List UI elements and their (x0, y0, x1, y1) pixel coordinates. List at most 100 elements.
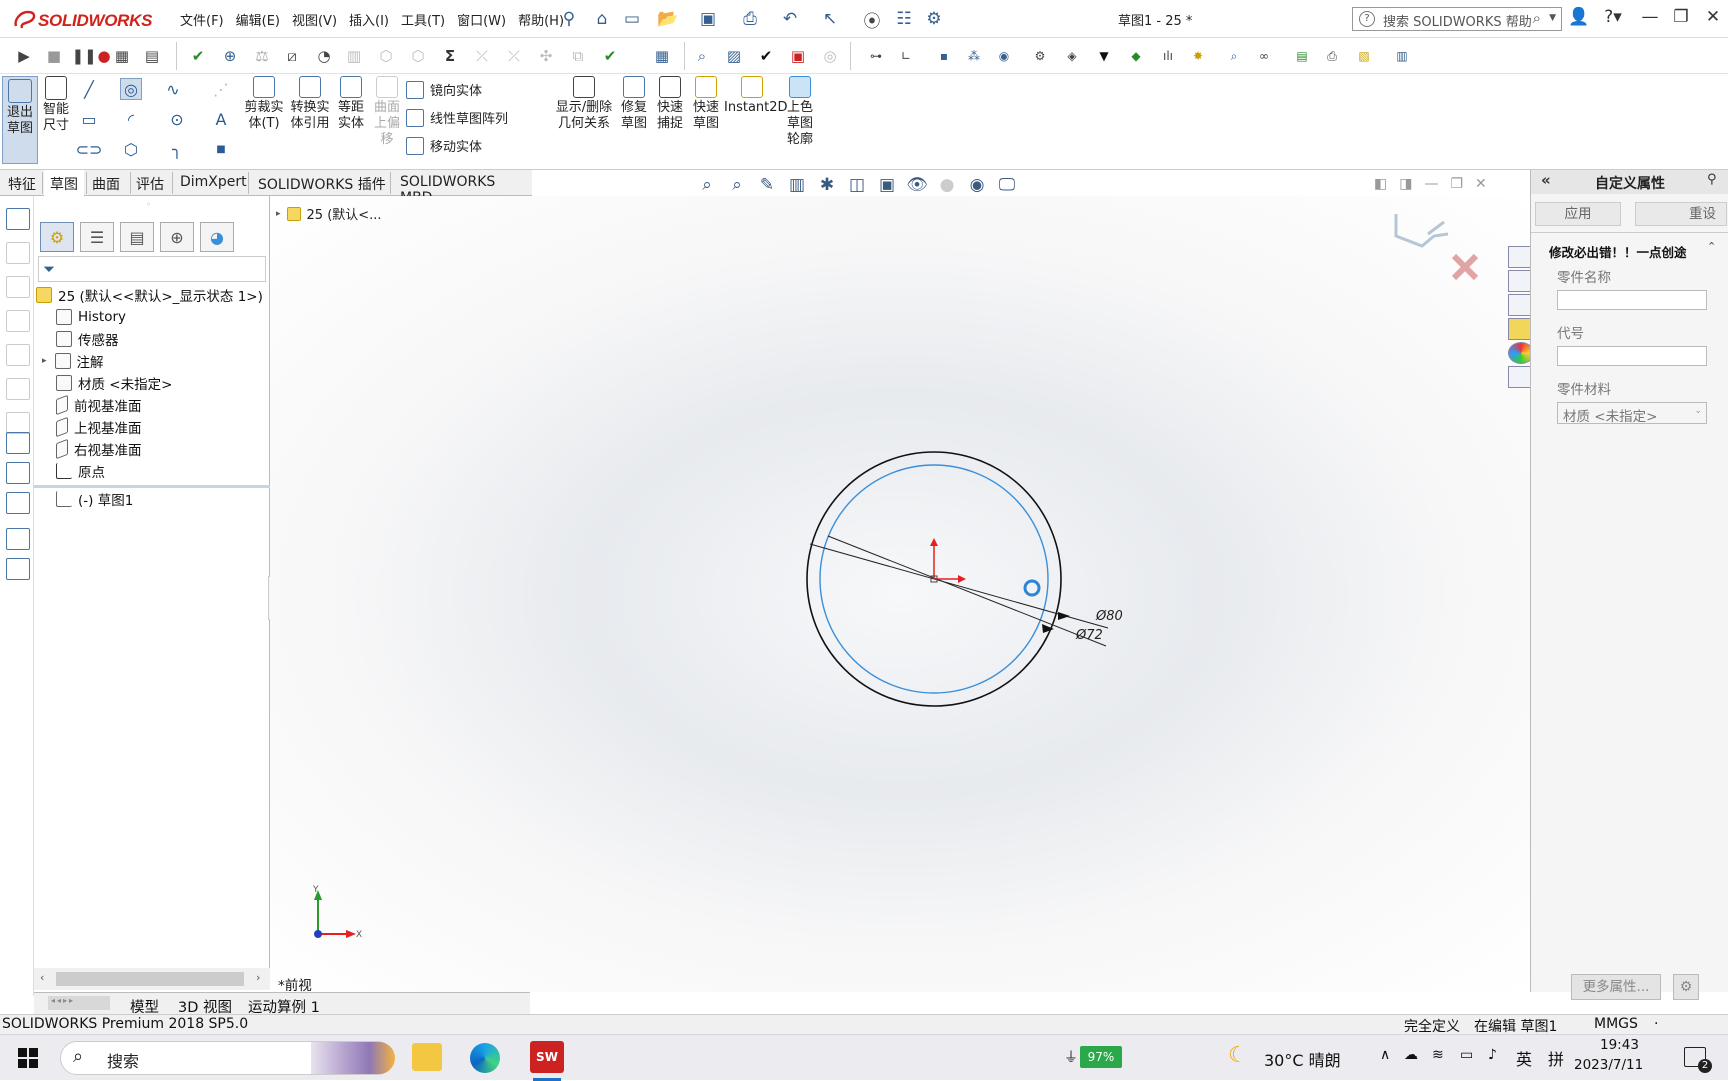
costing-icon[interactable]: ◎ (818, 44, 842, 68)
line-icon[interactable]: ╱ (78, 78, 100, 100)
dimxpert-manager-tab-icon[interactable]: ⊕ (160, 222, 194, 252)
search-tool-icon[interactable]: ⌕ (1222, 44, 1246, 68)
smart-dimension-button[interactable]: 智能 尺寸 (40, 76, 72, 134)
tab-addins[interactable]: SOLIDWORKS 插件 (258, 174, 386, 194)
linear-pattern-button[interactable]: 线性草图阵列 (406, 108, 508, 127)
stop-macro-icon[interactable]: ■ (42, 44, 66, 68)
scroll-right-icon[interactable]: › (256, 971, 260, 984)
onedrive-cloud-icon[interactable]: ☁ (1404, 1047, 1418, 1063)
layout-view-icon[interactable] (6, 492, 30, 514)
tree-item-history[interactable]: History (56, 306, 126, 328)
display-relations-button[interactable]: 显示/删除 几何关系 (552, 76, 616, 132)
edge-browser-taskbar-icon[interactable] (470, 1043, 500, 1073)
check-icon[interactable]: ⬡ (374, 44, 398, 68)
table-icon[interactable]: ▦ (650, 44, 674, 68)
view-orientation-icon[interactable]: ◫ (844, 172, 870, 198)
tree-item-material[interactable]: 材质 <未指定> (56, 372, 172, 394)
pin-icon[interactable]: ⚲ (1707, 172, 1717, 187)
viewport-minimize-icon[interactable]: — (1424, 176, 1438, 192)
tab-dimxpert[interactable]: DimXpert (180, 174, 247, 190)
collapse-pane-icon[interactable]: « (1541, 171, 1551, 189)
tree-item-annotations[interactable]: ▸ 注解 (42, 350, 104, 372)
pin-menu-icon[interactable]: ⚲ (557, 7, 581, 31)
point-icon[interactable]: ⋰ (210, 78, 232, 100)
configuration-manager-tab-icon[interactable]: ▤ (120, 222, 154, 252)
solidworks-taskbar-icon[interactable]: SW (530, 1041, 564, 1073)
binocular-tool-icon[interactable]: ∞ (1252, 44, 1276, 68)
close-button[interactable]: ✕ (1700, 7, 1726, 31)
convert-entities-button[interactable]: 转换实 体引用 (288, 76, 332, 132)
view-settings-icon[interactable]: 🖵 (994, 172, 1020, 198)
panel-grip-icon[interactable]: ◦ (146, 200, 151, 209)
tree-item-front-plane[interactable]: 前视基准面 (56, 394, 142, 416)
menu-insert[interactable]: 插入(I) (343, 10, 395, 29)
dimension-diameter-72[interactable]: Ø72 (1075, 628, 1103, 643)
code-field[interactable] (1557, 346, 1707, 366)
open-document-icon[interactable]: 📂 (656, 7, 680, 31)
menu-edit[interactable]: 编辑(E) (230, 10, 286, 29)
copy-view-icon[interactable] (6, 558, 30, 580)
windows-start-icon[interactable] (18, 1048, 38, 1068)
polygon-icon[interactable]: ⊙ (166, 108, 188, 130)
print-tool-icon[interactable]: ⎙ (1320, 44, 1344, 68)
mirror-entities-button[interactable]: 镜向实体 (406, 80, 482, 99)
split-left-icon[interactable]: ◧ (1374, 176, 1387, 192)
search-icon[interactable]: ⌕ (1533, 9, 1541, 27)
tab-features[interactable]: 特征 (8, 174, 36, 194)
chevron-down-icon[interactable]: ▼ (1549, 13, 1556, 23)
mass-properties-icon[interactable]: ⚖ (250, 44, 274, 68)
excel-tool-icon[interactable]: ▤ (1290, 44, 1314, 68)
cube-tool-icon[interactable]: ◈ (1060, 44, 1084, 68)
zoom-area-icon[interactable]: ⌕ (724, 172, 750, 198)
run-macro-icon[interactable]: ▶ (12, 44, 36, 68)
layers-view-icon[interactable] (6, 528, 30, 550)
section-view-icon[interactable]: ▥ (784, 172, 810, 198)
hide-show-icon[interactable]: 👁 (904, 172, 930, 198)
statistics-icon[interactable]: ▥ (342, 44, 366, 68)
sketch-canvas[interactable]: Ø80 Ø72 Y X (270, 196, 1530, 992)
solidworks-logo[interactable]: SOLIDWORKS (12, 8, 172, 32)
spellcheck-icon[interactable]: ✔ (186, 44, 210, 68)
file-properties-icon[interactable]: ☷ (892, 7, 916, 31)
instant2d-button[interactable]: Instant2D (724, 76, 788, 116)
more-properties-button[interactable]: 更多属性... (1571, 974, 1661, 1000)
select-icon[interactable]: ↖ (818, 7, 842, 31)
funnel-tool-icon[interactable]: ▼ (1092, 44, 1116, 68)
tree-item-sensors[interactable]: 传感器 (56, 328, 119, 350)
chevron-up-icon[interactable]: ⌃ (1707, 240, 1716, 253)
menu-window[interactable]: 窗口(W) (451, 10, 512, 29)
viewport-close-icon[interactable]: ✕ (1475, 176, 1487, 192)
marker-tool-icon[interactable]: ◆ (1124, 44, 1148, 68)
globe-tool-icon[interactable]: ◉ (992, 44, 1016, 68)
tab-sketch[interactable]: 草图 (44, 170, 84, 196)
view-tool-icon[interactable]: ▪ (932, 44, 956, 68)
view-icon-3[interactable] (6, 276, 30, 298)
circle-icon[interactable]: ◎ (120, 78, 142, 100)
spline-icon[interactable]: ∿ (162, 78, 184, 100)
doc-tool-icon[interactable]: ▥ (1390, 44, 1414, 68)
clock-date[interactable]: 2023/7/11 (1574, 1057, 1643, 1073)
edit-macro-icon[interactable]: ▤ (140, 44, 164, 68)
property-manager-tab-icon[interactable]: ☰ (80, 222, 114, 252)
home-icon[interactable]: ⌂ (590, 7, 614, 31)
move-entities-button[interactable]: 移动实体 (406, 136, 482, 155)
view-icon-6[interactable] (6, 378, 30, 400)
menu-file[interactable]: 文件(F) (174, 10, 230, 29)
scrollbar-thumb[interactable] (56, 972, 244, 986)
scroll-left-icon[interactable]: ‹ (40, 971, 44, 984)
rebuild-traffic-light-icon[interactable]: ⦿ (860, 7, 884, 32)
offset-on-surface-button[interactable]: 曲面 上偏 移 (370, 76, 404, 148)
feature-manager-tab-icon[interactable]: ⚙ (40, 222, 74, 252)
display-manager-tab-icon[interactable]: ◕ (200, 222, 234, 252)
help-menu-icon[interactable]: ?▾ (1600, 7, 1626, 31)
repair-sketch-button[interactable]: 修复 草图 (618, 76, 650, 132)
hole-check-icon[interactable]: ✣ (534, 44, 558, 68)
view-icon-5[interactable] (6, 344, 30, 366)
view-icon-7[interactable] (6, 412, 30, 434)
trim-entities-button[interactable]: 剪裁实 体(T) (242, 76, 286, 132)
exit-sketch-button[interactable]: 退出 草图 (2, 76, 38, 164)
appearance-icon[interactable]: ● (934, 172, 960, 198)
graphics-area[interactable]: ▸ 25 (默认<... Ø80 Ø72 Y X *前视 (270, 196, 1530, 994)
split-right-icon[interactable]: ◨ (1399, 176, 1412, 192)
section-properties-icon[interactable]: ⧄ (280, 44, 304, 68)
